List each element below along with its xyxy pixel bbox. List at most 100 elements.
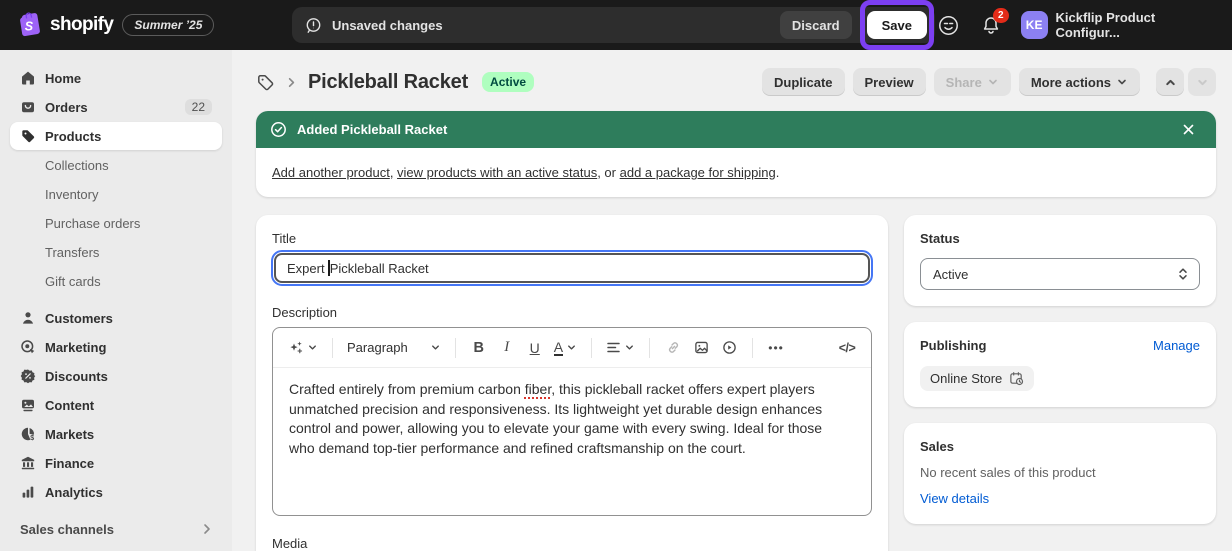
sidebar-item-inventory[interactable]: Inventory <box>10 180 222 208</box>
description-editor-body[interactable]: Crafted entirely from premium carbon fib… <box>273 368 871 515</box>
duplicate-button[interactable]: Duplicate <box>762 68 845 96</box>
insert-link-button[interactable] <box>661 334 685 362</box>
insert-video-button[interactable] <box>717 334 741 362</box>
notification-bell-icon[interactable]: 2 <box>978 11 1005 39</box>
sidebar-item-label: Orders <box>45 100 88 115</box>
paragraph-style-label: Paragraph <box>347 340 408 355</box>
ai-magic-button[interactable] <box>285 334 321 362</box>
add-another-product-link[interactable]: Add another product <box>272 165 390 180</box>
text-color-button[interactable]: A <box>551 334 580 362</box>
add-shipping-package-link[interactable]: add a package for shipping <box>620 165 776 180</box>
svg-text:$: $ <box>30 435 34 442</box>
sidebar-item-home[interactable]: Home <box>10 64 222 92</box>
chevron-up-icon <box>1164 76 1177 89</box>
sidebar-item-label: Customers <box>45 311 113 326</box>
sidebar-item-label: Home <box>45 71 81 86</box>
preview-button[interactable]: Preview <box>853 68 926 96</box>
link-icon <box>666 340 681 355</box>
online-store-chip[interactable]: Online Store <box>920 366 1034 391</box>
description-label: Description <box>272 305 872 320</box>
unsaved-changes-label: Unsaved changes <box>332 18 443 33</box>
status-badge: Active <box>482 72 534 92</box>
sidekick-icon[interactable] <box>935 11 962 39</box>
online-store-label: Online Store <box>930 371 1002 386</box>
sidebar-item-marketing[interactable]: Marketing <box>10 333 222 361</box>
sidebar-item-orders[interactable]: Orders 22 <box>10 93 222 121</box>
publishing-card: Publishing Manage Online Store <box>904 322 1216 407</box>
sidebar-item-content[interactable]: Content <box>10 391 222 419</box>
sidebar-item-customers[interactable]: Customers <box>10 304 222 332</box>
product-tag-icon[interactable] <box>256 73 275 92</box>
check-circle-icon <box>270 121 287 138</box>
close-icon[interactable] <box>1174 116 1202 144</box>
discard-button[interactable]: Discard <box>780 11 852 39</box>
sales-channels-label: Sales channels <box>20 522 114 537</box>
more-formatting-button[interactable]: ••• <box>764 334 788 362</box>
sidebar-item-purchase-orders[interactable]: Purchase orders <box>10 209 222 237</box>
chevron-down-icon <box>624 342 635 353</box>
account-menu[interactable]: KE Kickflip Product Configur... <box>1021 10 1216 40</box>
home-icon <box>20 70 36 86</box>
next-product-button[interactable] <box>1188 68 1216 96</box>
success-banner-header: Added Pickleball Racket <box>256 111 1216 148</box>
sidebar-item-analytics[interactable]: Analytics <box>10 478 222 506</box>
save-button[interactable]: Save <box>867 11 927 39</box>
page-title: Pickleball Racket <box>308 71 468 94</box>
status-select-value: Active <box>933 267 968 282</box>
account-name: Kickflip Product Configur... <box>1056 10 1216 40</box>
sidebar-item-collections[interactable]: Collections <box>10 151 222 179</box>
bold-button[interactable]: B <box>467 334 491 362</box>
analytics-icon <box>20 484 36 500</box>
sales-channels-toggle[interactable]: Sales channels <box>10 507 222 551</box>
sidebar: Home Orders 22 Products Collections Inve… <box>0 50 232 551</box>
marketing-icon <box>20 339 36 355</box>
sidebar-item-products[interactable]: Products <box>10 122 222 150</box>
page-actions: Duplicate Preview Share More actions <box>762 68 1216 96</box>
sidebar-item-transfers[interactable]: Transfers <box>10 238 222 266</box>
publishing-card-title: Publishing <box>920 338 986 353</box>
topbar-right: 2 KE Kickflip Product Configur... <box>935 10 1232 40</box>
banner-separator: . <box>776 165 780 180</box>
more-actions-label: More actions <box>1031 75 1111 90</box>
discounts-icon <box>20 368 36 384</box>
rich-text-editor: Paragraph B I U A <box>272 327 872 516</box>
view-active-products-link[interactable]: view products with an active status <box>397 165 597 180</box>
sidebar-item-markets[interactable]: $ Markets <box>10 420 222 448</box>
right-rail: Status Active Publishing Manage Online S… <box>904 215 1216 540</box>
view-details-link[interactable]: View details <box>920 491 989 506</box>
chevron-down-icon <box>566 342 577 353</box>
italic-button[interactable]: I <box>495 334 519 362</box>
insert-image-button[interactable] <box>689 334 713 362</box>
alignment-button[interactable] <box>603 334 638 362</box>
edition-badge[interactable]: Summer ’25 <box>122 14 214 36</box>
previous-product-button[interactable] <box>1156 68 1184 96</box>
orders-count-badge: 22 <box>185 99 212 115</box>
sidebar-item-finance[interactable]: Finance <box>10 449 222 477</box>
sales-card-title: Sales <box>920 439 1200 454</box>
title-input[interactable]: Expert Pickleball Racket <box>274 253 870 283</box>
more-actions-button[interactable]: More actions <box>1019 68 1140 96</box>
status-select[interactable]: Active <box>920 258 1200 290</box>
sidebar-item-discounts[interactable]: Discounts <box>10 362 222 390</box>
shopify-brand[interactable]: S shopify Summer ’25 <box>0 11 292 39</box>
sidebar-item-label: Products <box>45 129 101 144</box>
sidebar-item-label: Content <box>45 398 94 413</box>
image-icon <box>694 340 709 355</box>
sidebar-item-gift-cards[interactable]: Gift cards <box>10 267 222 295</box>
finance-icon <box>20 455 36 471</box>
select-updown-icon <box>1177 267 1189 281</box>
share-button[interactable]: Share <box>934 68 1011 96</box>
share-label: Share <box>946 75 982 90</box>
show-html-button[interactable]: </> <box>835 334 859 362</box>
play-circle-icon <box>722 340 737 355</box>
title-value-before-caret: Expert <box>287 261 328 276</box>
status-card-title: Status <box>920 231 1200 246</box>
media-label: Media <box>272 536 872 551</box>
paragraph-style-dropdown[interactable]: Paragraph <box>344 334 444 362</box>
content-icon <box>20 397 36 413</box>
chevron-down-icon <box>307 342 318 353</box>
sales-empty-text: No recent sales of this product <box>920 465 1200 480</box>
underline-button[interactable]: U <box>523 334 547 362</box>
title-label: Title <box>272 231 872 246</box>
manage-publishing-link[interactable]: Manage <box>1153 338 1200 353</box>
